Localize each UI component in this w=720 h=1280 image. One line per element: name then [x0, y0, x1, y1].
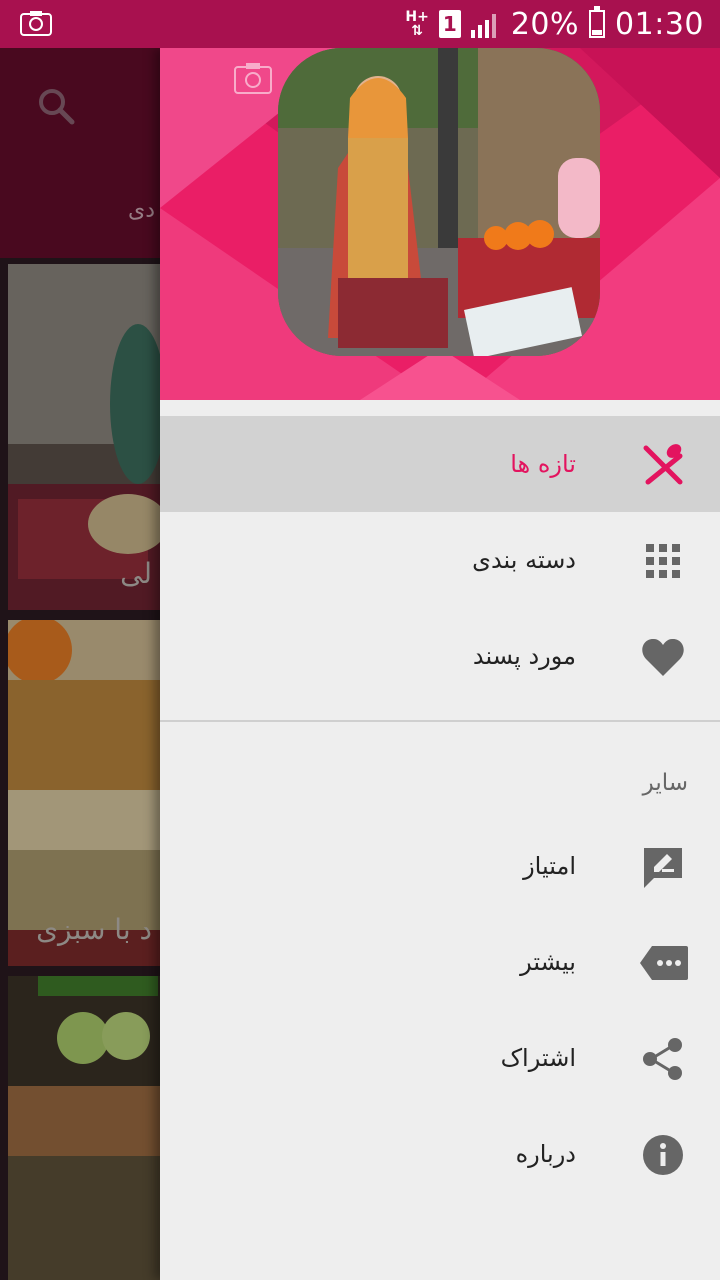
section-title-other: سایر	[642, 770, 688, 796]
clock: 01:30	[615, 6, 704, 42]
other-menu: امتیاز بیشتر اشتراک درباره	[160, 818, 720, 1202]
rate-edit-icon	[644, 848, 682, 888]
menu-item-label: تازه ها	[510, 450, 576, 478]
grid-icon	[646, 544, 680, 578]
menu-item-share[interactable]: اشتراک	[160, 1010, 720, 1106]
signal-icon	[470, 14, 496, 38]
share-icon	[643, 1038, 682, 1080]
profile-photo	[278, 48, 600, 356]
fork-spoon-icon	[643, 444, 683, 485]
drawer-header	[160, 48, 720, 400]
navigation-drawer: تازه ها دسته بندی مورد پسند سایر امتیاز …	[160, 48, 720, 1280]
battery-percent: 20%	[510, 6, 580, 42]
status-bar: H+ ⇅ 1 20% 01:30	[0, 0, 720, 48]
menu-divider	[160, 720, 720, 722]
menu-item-label: بیشتر	[520, 948, 576, 976]
menu-item-categories[interactable]: دسته بندی	[160, 512, 720, 608]
camera-icon[interactable]	[234, 62, 272, 94]
menu-item-label: مورد پسند	[472, 642, 576, 670]
battery-icon	[589, 6, 606, 38]
network-type-icon: H+ ⇅	[405, 9, 429, 39]
scrim[interactable]	[0, 48, 160, 1280]
menu-item-label: امتیاز	[523, 852, 576, 880]
menu-item-label: درباره	[515, 1140, 576, 1168]
heart-icon	[642, 638, 684, 676]
menu-item-label: اشتراک	[500, 1044, 576, 1072]
info-icon	[643, 1135, 683, 1175]
sim-indicator: 1	[438, 10, 461, 38]
menu-item-label: دسته بندی	[472, 546, 576, 574]
more-tag-icon	[640, 946, 688, 980]
screenshot-camera-icon	[20, 11, 52, 36]
primary-menu: تازه ها دسته بندی مورد پسند سایر	[160, 416, 720, 796]
menu-item-favorites[interactable]: مورد پسند	[160, 608, 720, 704]
menu-item-new[interactable]: تازه ها	[160, 416, 720, 512]
menu-item-about[interactable]: درباره	[160, 1106, 720, 1202]
menu-item-rate[interactable]: امتیاز	[160, 818, 720, 914]
menu-item-more[interactable]: بیشتر	[160, 914, 720, 1010]
